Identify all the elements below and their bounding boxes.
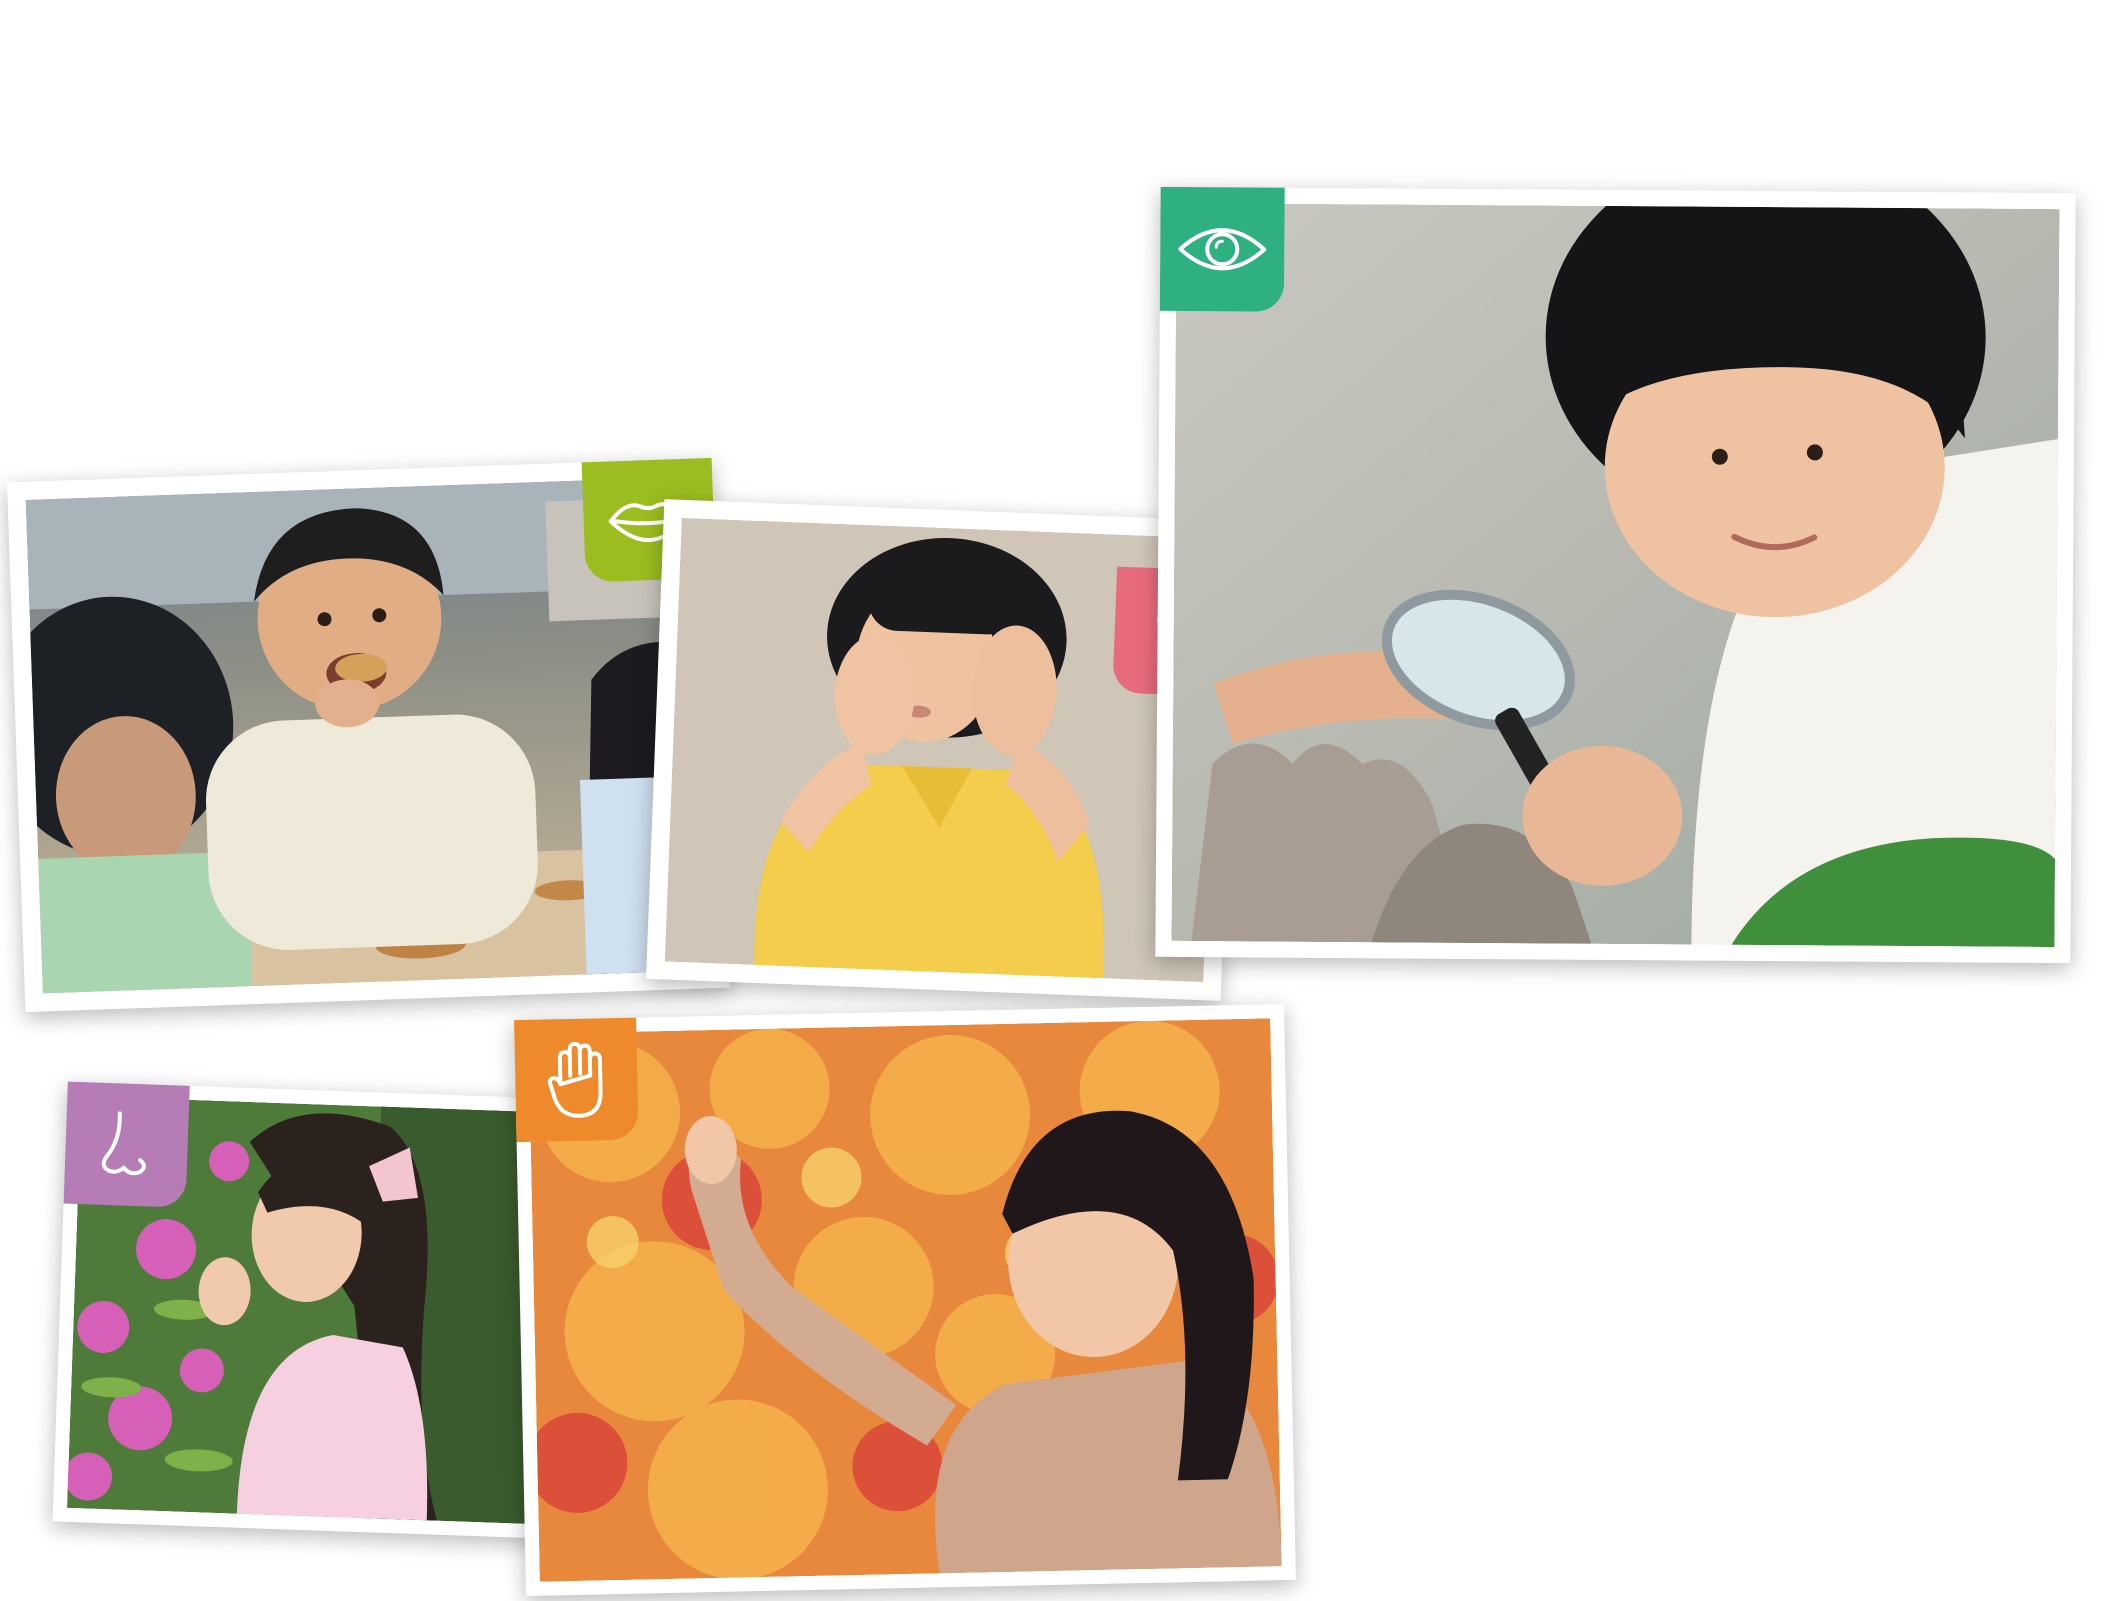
photo-girl-touching-leaves xyxy=(528,1018,1282,1582)
photo-card-hearing xyxy=(645,499,1240,1001)
photo-card-touch xyxy=(514,1004,1296,1596)
photo-card-taste xyxy=(6,457,731,1013)
photo-card-smell xyxy=(52,1081,558,1539)
touch-badge xyxy=(514,1017,639,1143)
smell-badge xyxy=(63,1081,190,1208)
eye-icon xyxy=(1178,228,1267,271)
hand-icon xyxy=(547,1041,603,1118)
sight-badge xyxy=(1159,186,1285,312)
nose-icon xyxy=(101,1111,146,1176)
photo-boy-magnifying-glass xyxy=(1171,202,2060,948)
photo-card-sight xyxy=(1155,186,2076,964)
